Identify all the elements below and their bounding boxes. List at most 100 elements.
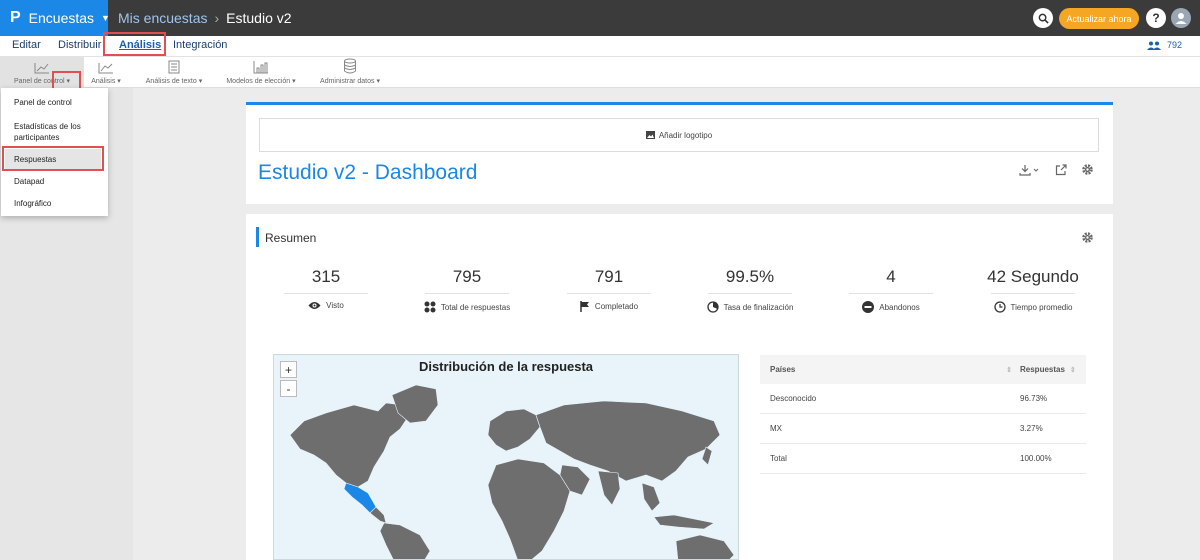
image-icon (645, 131, 655, 139)
gauge-icon (706, 301, 719, 313)
stat-value: 42 Segundo (987, 267, 1079, 286)
upgrade-button[interactable]: Actualizar ahora (1059, 8, 1139, 29)
table-cell: MX (770, 424, 782, 433)
response-map[interactable]: Distribución de la respuesta + - (273, 354, 739, 560)
table-cell: 96.73% (1020, 394, 1048, 403)
map-region-australia (675, 534, 735, 559)
caret-down-icon: ▼ (101, 13, 110, 23)
bar-chart-icon (253, 61, 268, 74)
toolbar-label: Administrar datos (320, 78, 375, 85)
table-cell: Desconocido (770, 394, 817, 403)
share-button[interactable] (1055, 163, 1067, 181)
dropdown-item-datapad[interactable]: Datapad (14, 177, 44, 186)
table-cell: 3.27% (1020, 424, 1043, 433)
stat-value: 791 (594, 267, 624, 286)
sort-icon: ⇕ (1069, 367, 1076, 374)
main-menu: Editar Distribuir Análisis Integración 7… (0, 36, 1200, 56)
table-cell: Total (770, 454, 787, 463)
dropdown-item-panel-de-control[interactable]: Panel de control (14, 98, 72, 107)
map-title: Distribución de la respuesta (418, 359, 594, 374)
stat-completado: 791 Completado (539, 267, 679, 312)
brand-menu[interactable]: P Encuestas ▼ (0, 0, 110, 36)
stat-label: Abandonos (879, 302, 920, 312)
toolbar-administrar-datos[interactable]: Administrar datos ▾ (314, 57, 386, 88)
search-button[interactable] (1033, 8, 1053, 28)
search-icon (1038, 13, 1049, 24)
toolbar-label: Análisis (91, 78, 116, 85)
breadcrumb: Mis encuestas › Estudio v2 (118, 0, 292, 36)
stat-abandonos: 4 Abandonos (821, 267, 961, 313)
menu-item-distribuir[interactable]: Distribuir (58, 39, 101, 51)
breadcrumb-my-surveys[interactable]: Mis encuestas (118, 10, 207, 26)
grid-dots-icon (424, 301, 436, 313)
stat-value: 4 (886, 267, 896, 286)
map-region-north-america (289, 402, 409, 488)
gear-icon (1082, 232, 1093, 243)
stat-visto: 315 Visto (256, 267, 396, 310)
dropdown-item-estadisticas[interactable]: Estadísticas de los participantes (14, 121, 102, 143)
avatar[interactable] (1171, 8, 1191, 28)
share-icon (1055, 164, 1067, 176)
map-region-africa (487, 458, 571, 559)
line-chart-icon (98, 63, 113, 74)
toolbar-analisis-de-texto[interactable]: Análisis de texto ▾ (140, 57, 208, 88)
world-map (289, 384, 735, 559)
user-icon (1175, 13, 1187, 24)
table-row: Desconocido 96.73% (760, 384, 1086, 414)
zoom-out-button[interactable]: - (280, 380, 297, 397)
download-button[interactable] (1019, 163, 1041, 181)
analysis-toolbar: Panel de control ▾ Análisis ▾ Análisis d… (0, 56, 1200, 88)
stat-value: 795 (452, 267, 482, 286)
stat-value: 99.5% (725, 267, 775, 286)
sort-icon[interactable]: ⇕ (1006, 366, 1012, 374)
chevron-down-icon: ▾ (376, 78, 380, 85)
minus-circle-icon (862, 301, 875, 313)
chevron-down-icon: ▾ (198, 78, 203, 85)
table-row: Total 100.00% (760, 444, 1086, 474)
breadcrumb-separator-icon: › (214, 10, 220, 26)
table-row: MX 3.27% (760, 414, 1086, 444)
stat-tiempo-promedio: 42 Segundo Tiempo promedio (963, 267, 1103, 313)
help-button[interactable]: ? (1146, 8, 1166, 28)
clock-icon (993, 301, 1006, 313)
stat-value: 315 (311, 267, 341, 286)
map-region-europe (487, 408, 541, 452)
toolbar-analisis[interactable]: Análisis ▾ (86, 57, 126, 88)
map-region-mexico (343, 482, 377, 514)
dropdown-item-infografico[interactable]: Infográfico (14, 199, 51, 208)
table-header: Países ⇕ Respuestas ⇕ (760, 355, 1086, 384)
settings-button[interactable] (1081, 163, 1094, 181)
response-count: 792 (1147, 40, 1182, 50)
stat-label: Tasa de finalización (723, 302, 794, 312)
flag-icon (580, 301, 589, 312)
brand-label: Encuestas (28, 10, 95, 26)
highlight-respuestas (2, 146, 104, 171)
toolbar-label: Análisis de texto (145, 78, 197, 85)
stat-tasa-finalizacion: 99.5% Tasa de finalización (680, 267, 820, 313)
gear-icon (1082, 164, 1093, 175)
chevron-down-icon: ▾ (117, 78, 121, 85)
stat-label: Visto (326, 301, 344, 310)
highlight-analisis (103, 32, 166, 56)
response-count-value: 792 (1167, 40, 1183, 50)
section-title: Resumen (265, 231, 317, 245)
add-logo-button[interactable]: Añadir logotipo (259, 118, 1099, 152)
stat-total-respuestas: 795 Total de respuestas (397, 267, 537, 313)
menu-item-editar[interactable]: Editar (12, 39, 41, 51)
stat-label: Tiempo promedio (1010, 302, 1073, 312)
column-header-countries[interactable]: Países (760, 365, 1001, 374)
eye-icon (308, 302, 321, 309)
page-title: Estudio v2 - Dashboard (258, 161, 478, 184)
zoom-in-button[interactable]: + (280, 361, 297, 378)
column-header-responses[interactable]: Respuestas ⇕ (1020, 365, 1086, 374)
stat-label: Completado (594, 302, 639, 311)
download-icon (1019, 165, 1039, 176)
people-icon (1147, 41, 1161, 50)
breadcrumb-current: Estudio v2 (226, 10, 292, 26)
map-region-india (597, 470, 621, 506)
toolbar-modelos-de-eleccion[interactable]: Modelos de elección ▾ (222, 57, 300, 88)
map-region-indonesia (653, 514, 715, 530)
summary-settings-button[interactable] (1081, 231, 1094, 249)
toolbar-label: Modelos de elección (226, 78, 291, 85)
menu-item-integracion[interactable]: Integración (173, 39, 227, 51)
